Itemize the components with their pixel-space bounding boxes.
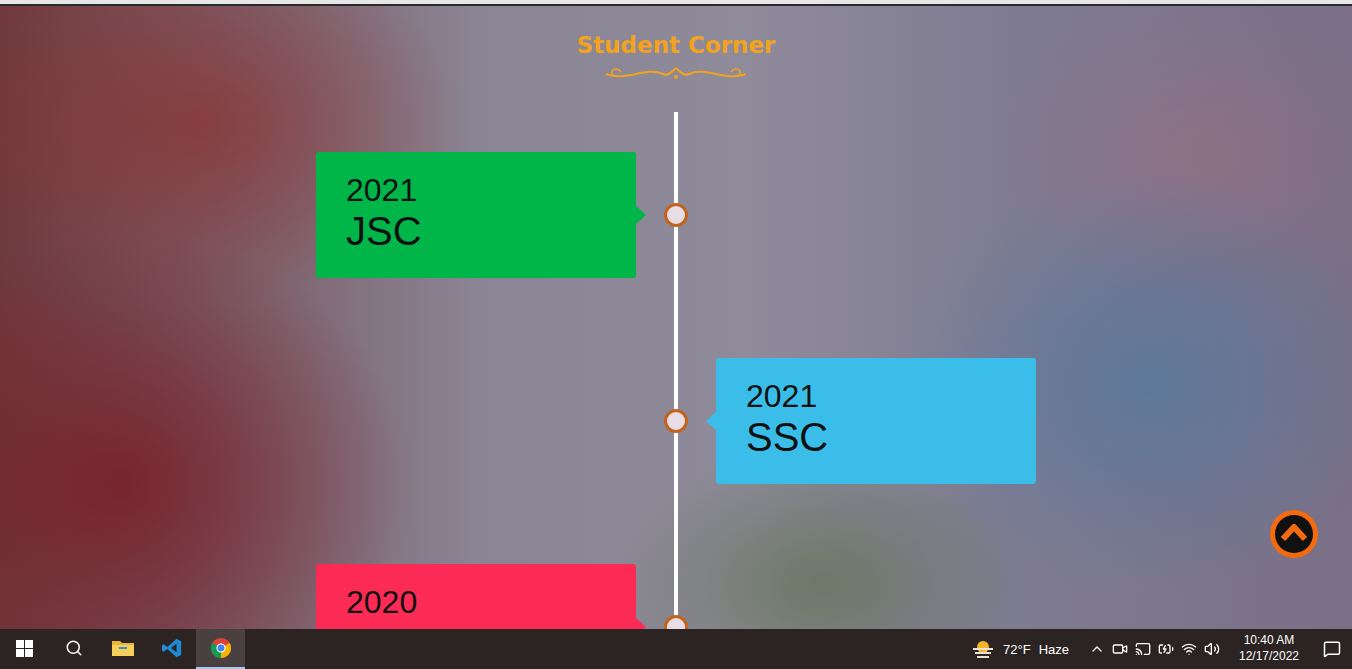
timeline-dot xyxy=(664,615,688,629)
chevron-up-icon xyxy=(1269,509,1319,559)
chevron-up-icon[interactable] xyxy=(1089,641,1105,657)
weather-widget[interactable]: 72°F Haze xyxy=(965,629,1083,669)
card-year: 2020 xyxy=(346,584,606,621)
screen: Student Corner2021JSC2021SSC202072°FHaze… xyxy=(0,0,1352,669)
taskbar-app[interactable] xyxy=(98,629,147,669)
card-pointer xyxy=(706,412,716,430)
display-icon[interactable] xyxy=(1135,641,1151,657)
weather-temp: 72°F xyxy=(1003,642,1031,657)
timeline-left xyxy=(316,358,636,484)
start-button[interactable] xyxy=(0,629,49,669)
timeline-right xyxy=(716,564,1036,629)
volume-icon[interactable] xyxy=(1204,641,1220,657)
card-year: 2021 xyxy=(746,378,1006,415)
timeline-card: 2021JSC xyxy=(316,152,636,278)
card-pointer xyxy=(636,618,646,629)
haze-icon xyxy=(971,639,995,659)
scroll-top-button[interactable] xyxy=(1269,509,1319,559)
meet-icon[interactable] xyxy=(1112,641,1128,657)
battery-icon[interactable] xyxy=(1158,641,1174,657)
timeline-marker xyxy=(636,358,716,484)
windows-icon xyxy=(16,640,33,657)
chrome-icon xyxy=(210,637,232,659)
card-label: JSC xyxy=(346,209,606,253)
weather-condition: Haze xyxy=(1039,642,1069,657)
taskbar-app[interactable] xyxy=(196,629,245,669)
card-pointer xyxy=(636,206,646,224)
system-tray xyxy=(1083,629,1226,669)
taskbar: 72°F Haze 10:40 AM12/17/2022 xyxy=(0,629,1352,669)
taskbar-app[interactable] xyxy=(147,629,196,669)
search-button[interactable] xyxy=(49,629,98,669)
ornament-icon xyxy=(601,62,751,84)
search-icon xyxy=(65,639,83,657)
timeline-marker xyxy=(636,152,716,278)
timeline-card: 2020 xyxy=(316,564,636,629)
clock-time: 10:40 AM xyxy=(1244,633,1295,649)
timeline-card: 2021SSC xyxy=(716,358,1036,484)
timeline-right xyxy=(716,152,1036,278)
section-header: Student Corner xyxy=(0,4,1352,112)
timeline-dot xyxy=(664,409,688,433)
timeline-left: 2020 xyxy=(316,564,636,629)
timeline-marker xyxy=(636,564,716,629)
notification-icon xyxy=(1323,640,1341,658)
section-title: Student Corner xyxy=(577,32,776,60)
notification-button[interactable] xyxy=(1312,629,1352,669)
timeline-left: 2021JSC xyxy=(316,152,636,278)
card-year: 2021 xyxy=(346,172,606,209)
vscode-icon xyxy=(161,637,183,659)
clock[interactable]: 10:40 AM12/17/2022 xyxy=(1226,629,1312,669)
timeline-right: 2021SSC xyxy=(716,358,1036,484)
card-label: SSC xyxy=(746,415,1006,459)
timeline-dot xyxy=(664,203,688,227)
timeline: 2021JSC2021SSC2020 xyxy=(316,112,1036,629)
file-explorer-icon xyxy=(111,638,135,658)
clock-date: 12/17/2022 xyxy=(1239,649,1299,665)
wifi-icon[interactable] xyxy=(1181,641,1197,657)
web-page: Student Corner2021JSC2021SSC2020 xyxy=(0,0,1352,629)
